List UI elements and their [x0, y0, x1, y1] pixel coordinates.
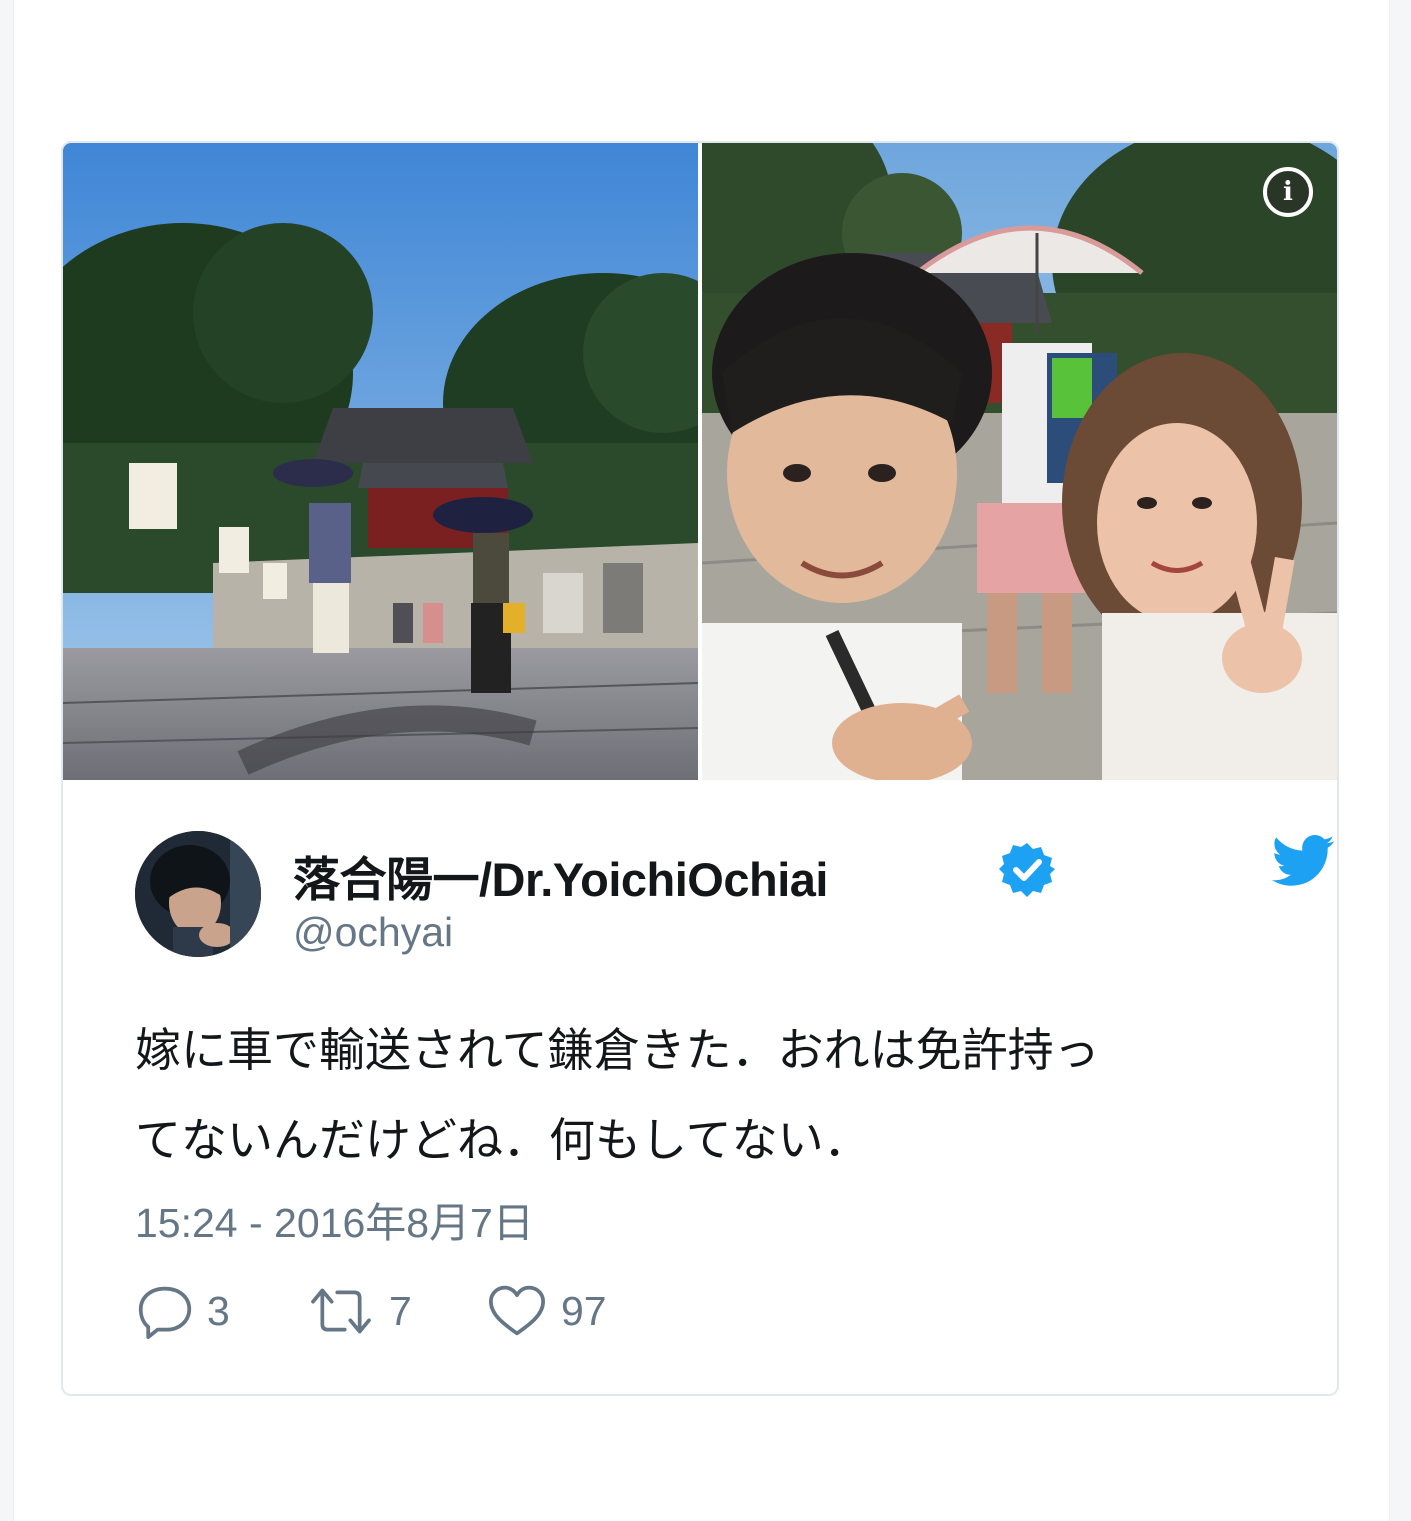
- tweet-text: 嫁に車で輸送されて鎌倉きた．おれは免許持っ てないんだけどね．何もしてない．: [135, 1005, 1275, 1185]
- like-count: 97: [561, 1287, 607, 1334]
- tweet-card[interactable]: i 落合陽一/Dr.YoichiOchiai @ochyai 嫁に車で輸送されて…: [61, 141, 1339, 1396]
- author-display-name[interactable]: 落合陽一/Dr.YoichiOchiai: [293, 841, 828, 910]
- retweet-count: 7: [389, 1287, 412, 1334]
- media-grid: i: [63, 143, 1337, 780]
- tweet-author: 落合陽一/Dr.YoichiOchiai @ochyai: [135, 831, 1335, 961]
- avatar[interactable]: [135, 831, 261, 957]
- page-edge-left: [0, 0, 14, 1521]
- reply-button[interactable]: 3: [135, 1281, 230, 1341]
- tweet-text-line: てないんだけどね．何もしてない．: [135, 1113, 870, 1167]
- verified-badge-icon: [999, 843, 1055, 897]
- heart-icon: [489, 1285, 545, 1336]
- page-edge-right: [1389, 0, 1411, 1521]
- tweet-actions: 3 7 97: [135, 1281, 835, 1341]
- retweet-icon: [311, 1288, 371, 1334]
- reply-count: 3: [207, 1287, 230, 1334]
- media-info-icon[interactable]: i: [1263, 167, 1313, 217]
- twitter-bird-icon[interactable]: [1271, 835, 1335, 887]
- like-button[interactable]: 97: [485, 1281, 607, 1341]
- tweet-text-line: 嫁に車で輸送されて鎌倉きた．おれは免許持っ: [135, 1023, 1100, 1077]
- author-handle[interactable]: @ochyai: [293, 909, 453, 956]
- retweet-button[interactable]: 7: [305, 1281, 412, 1341]
- tweet-photo-shrine-steps[interactable]: [63, 143, 698, 780]
- tweet-timestamp[interactable]: 15:24 - 2016年8月7日: [135, 1189, 534, 1249]
- tweet-photo-selfie[interactable]: i: [702, 143, 1337, 780]
- reply-icon: [138, 1286, 192, 1339]
